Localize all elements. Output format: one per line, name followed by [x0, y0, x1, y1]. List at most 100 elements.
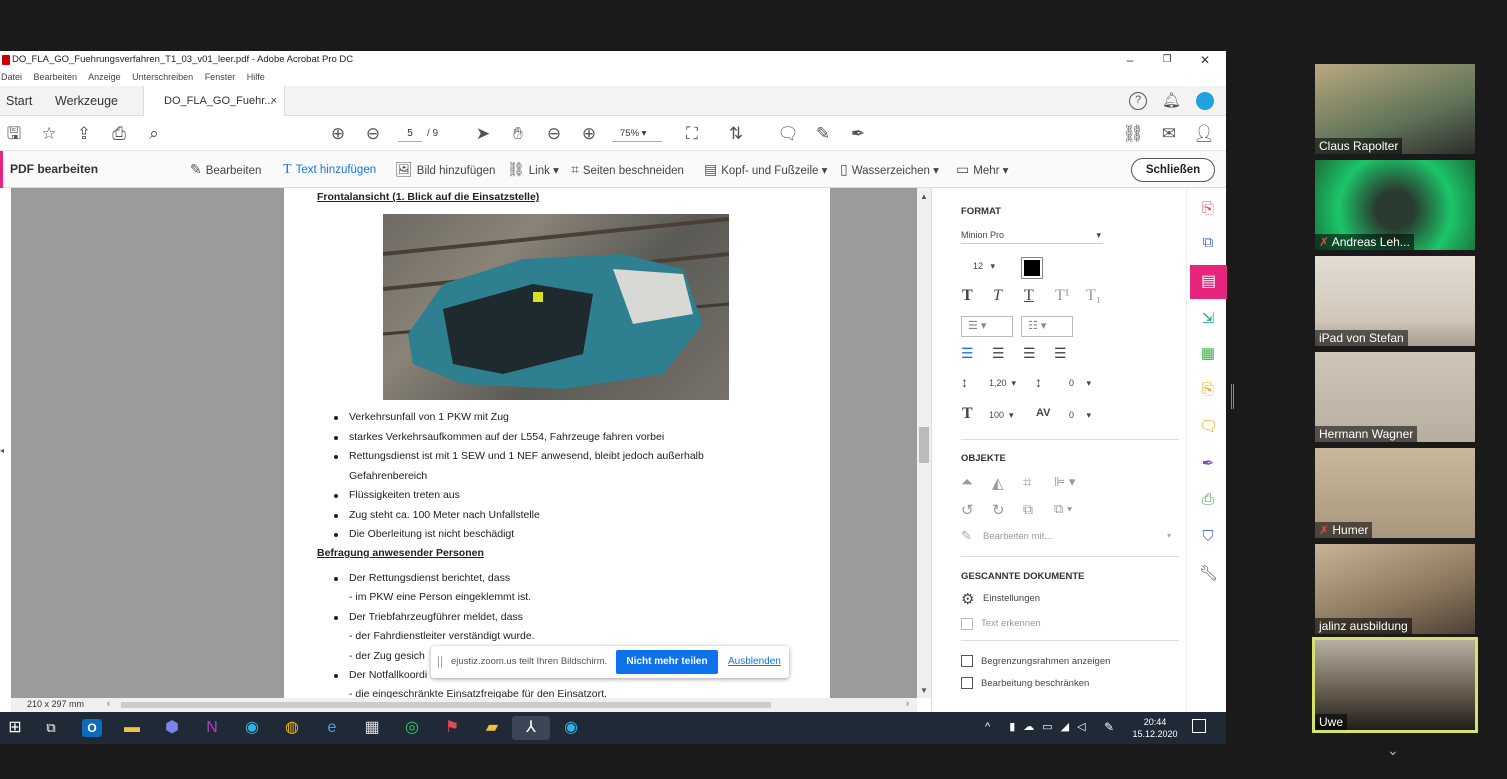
add-user-icon[interactable]: 👤︎	[1192, 116, 1216, 151]
scroll-down-icon[interactable]: ▼	[920, 686, 928, 695]
align-objects-icon[interactable]: ⊫ ▾	[1054, 474, 1075, 490]
participant-video[interactable]: Hermann Wagner	[1315, 352, 1475, 442]
internet-explorer-icon[interactable]: e	[319, 716, 345, 740]
zoom-out-icon[interactable]: ⊖	[542, 116, 566, 151]
protect-icon[interactable]: ⛉	[1199, 528, 1217, 546]
align-center-icon[interactable]: ☰	[992, 345, 1005, 362]
outlook-icon[interactable]: O	[82, 719, 102, 737]
edge-icon[interactable]: ◉	[239, 716, 265, 740]
edit-with-select[interactable]: Bearbeiten mit...	[983, 531, 1052, 542]
paragraph-spacing-select[interactable]: 0 ▾	[1069, 378, 1103, 389]
menu-unterschreiben[interactable]: Unterschreiben	[132, 72, 193, 82]
font-color-swatch[interactable]	[1021, 257, 1043, 279]
close-edit-button[interactable]: Schließen	[1131, 158, 1215, 182]
header-footer-button[interactable]: ▤ Kopf- und Fußzeile ▾	[704, 151, 827, 190]
app-icon[interactable]: ⚑	[439, 716, 465, 740]
edit-tool-button[interactable]: ✎ Bearbeiten	[190, 151, 261, 190]
settings-link[interactable]: Einstellungen	[983, 593, 1040, 604]
bell-icon[interactable]: 🔔︎	[1162, 91, 1181, 109]
combine-files-icon[interactable]: ⧉	[1199, 234, 1217, 252]
char-spacing-icon[interactable]: AV	[1036, 407, 1050, 419]
windows-start-icon[interactable]: ⊞	[2, 716, 28, 740]
tab-document[interactable]: DO_FLA_GO_Fuehr... ×	[143, 86, 285, 116]
splitter-handle[interactable]	[1231, 384, 1234, 409]
scroll-mode-icon[interactable]: ⇅	[724, 116, 748, 151]
crop-pages-button[interactable]: ⌗ Seiten beschneiden	[571, 151, 684, 190]
pdf-page[interactable]: Frontalansicht (1. Blick auf die Einsatz…	[284, 188, 830, 700]
close-window-button[interactable]: ✕	[1197, 51, 1213, 69]
calculator-icon[interactable]: ▦	[359, 716, 385, 740]
crash-photo[interactable]	[383, 214, 729, 400]
select-cursor-icon[interactable]: ➤	[471, 116, 495, 151]
flip-horizontal-icon[interactable]: ◭	[992, 474, 1004, 492]
menu-bearbeiten[interactable]: Bearbeiten	[34, 72, 78, 82]
restrict-edit-checkbox[interactable]	[961, 677, 973, 689]
scrollbar-thumb[interactable]	[919, 427, 929, 463]
enhance-scan-icon[interactable]: ⎘	[1199, 381, 1217, 399]
comment-tool-icon[interactable]: 🗨︎	[1199, 418, 1218, 436]
hide-button[interactable]: Ausblenden	[728, 646, 781, 678]
more-button[interactable]: ▭ Mehr ▾	[956, 151, 1008, 190]
link-button[interactable]: ⛓︎ Link ▾	[507, 151, 559, 190]
horizontal-scrollbar[interactable]	[121, 702, 771, 708]
flip-vertical-icon[interactable]: ⏶	[961, 474, 973, 491]
scroll-left-icon[interactable]: ‹	[107, 698, 110, 708]
upload-icon[interactable]: ⇪	[72, 116, 96, 151]
show-bounds-checkbox[interactable]	[961, 655, 973, 667]
zoom-in-icon[interactable]: ⊕	[577, 116, 601, 151]
scroll-right-icon[interactable]: ›	[906, 698, 909, 708]
page-up-icon[interactable]: ⊕	[326, 116, 350, 151]
italic-icon[interactable]: T	[993, 287, 1002, 305]
line-spacing-select[interactable]: 1,20 ▾	[989, 378, 1023, 389]
crop-object-icon[interactable]: ⌗	[1023, 474, 1031, 491]
highlight-icon[interactable]: ✎	[811, 116, 835, 151]
active-speaker-video[interactable]: Uwe	[1312, 637, 1478, 733]
superscript-icon[interactable]: T¹	[1055, 287, 1070, 305]
print-production-icon[interactable]: ⎙	[1199, 491, 1217, 509]
scale-select[interactable]: 100 ▾	[989, 410, 1023, 421]
font-select[interactable]: Minion Pro ▾	[961, 230, 1103, 244]
mail-icon[interactable]: ✉	[1157, 116, 1181, 151]
page-down-icon[interactable]: ⊖	[361, 116, 385, 151]
justify-icon[interactable]: ☰	[1054, 345, 1067, 362]
participant-video[interactable]: jalinz ausbildung	[1315, 544, 1475, 634]
line-spacing-icon[interactable]: ↕	[961, 374, 968, 390]
participant-video[interactable]: ✗ Andreas Leh...	[1315, 160, 1475, 250]
chevron-down-icon[interactable]: ⌄	[1387, 742, 1399, 759]
tab-werkzeuge[interactable]: Werkzeuge	[55, 86, 118, 116]
rotate-left-icon[interactable]: ↺	[961, 501, 974, 519]
font-size-select[interactable]: 12 ▾	[973, 261, 1011, 272]
add-text-button[interactable]: T Text hinzufügen	[283, 151, 376, 189]
participant-video[interactable]: Claus Rapolter	[1315, 64, 1475, 154]
scroll-up-icon[interactable]: ▲	[920, 192, 928, 201]
edit-pdf-tool-icon[interactable]: ▤	[1190, 265, 1227, 299]
share-link-icon[interactable]: ⛓︎	[1121, 116, 1145, 151]
organize-pages-icon[interactable]: ▦	[1199, 345, 1217, 363]
fit-page-icon[interactable]: ⛶	[680, 116, 704, 151]
page-number-input[interactable]: 5	[398, 125, 422, 142]
create-pdf-icon[interactable]: ⎘	[1199, 200, 1217, 218]
menu-datei[interactable]: Datei	[1, 72, 22, 82]
participant-video[interactable]: ✗ Humer	[1315, 448, 1475, 538]
gear-icon[interactable]: ⚙	[961, 590, 974, 608]
sign-icon[interactable]: ✒	[846, 116, 870, 151]
maximize-button[interactable]: ❐	[1159, 51, 1175, 69]
paragraph-spacing-icon[interactable]: ↕	[1035, 374, 1042, 390]
minimize-button[interactable]: –	[1122, 51, 1138, 69]
align-left-icon[interactable]: ☰	[961, 345, 974, 362]
rotate-right-icon[interactable]: ↻	[992, 501, 1005, 519]
teams-icon[interactable]: ⬢	[159, 716, 185, 740]
comment-icon[interactable]: 🗨︎	[776, 116, 800, 151]
bullet-list-select[interactable]: ☰ ▾	[961, 316, 1013, 337]
print-icon[interactable]: ⎙	[107, 116, 131, 151]
clock[interactable]: 20:44 15.12.2020	[1125, 716, 1185, 740]
recognize-text-checkbox[interactable]	[961, 618, 973, 630]
task-view-icon[interactable]: ⧉	[38, 716, 64, 740]
participant-video[interactable]: iPad von Stefan	[1315, 256, 1475, 346]
pen-icon[interactable]: ✎	[1104, 720, 1114, 734]
bold-icon[interactable]: T	[962, 287, 973, 305]
arrange-icon[interactable]: ⧉ ▾	[1054, 501, 1072, 517]
left-panel-toggle-icon[interactable]: ◂	[0, 446, 4, 455]
tab-close-icon[interactable]: ×	[271, 86, 277, 116]
fill-sign-icon[interactable]: ✒	[1199, 455, 1217, 473]
